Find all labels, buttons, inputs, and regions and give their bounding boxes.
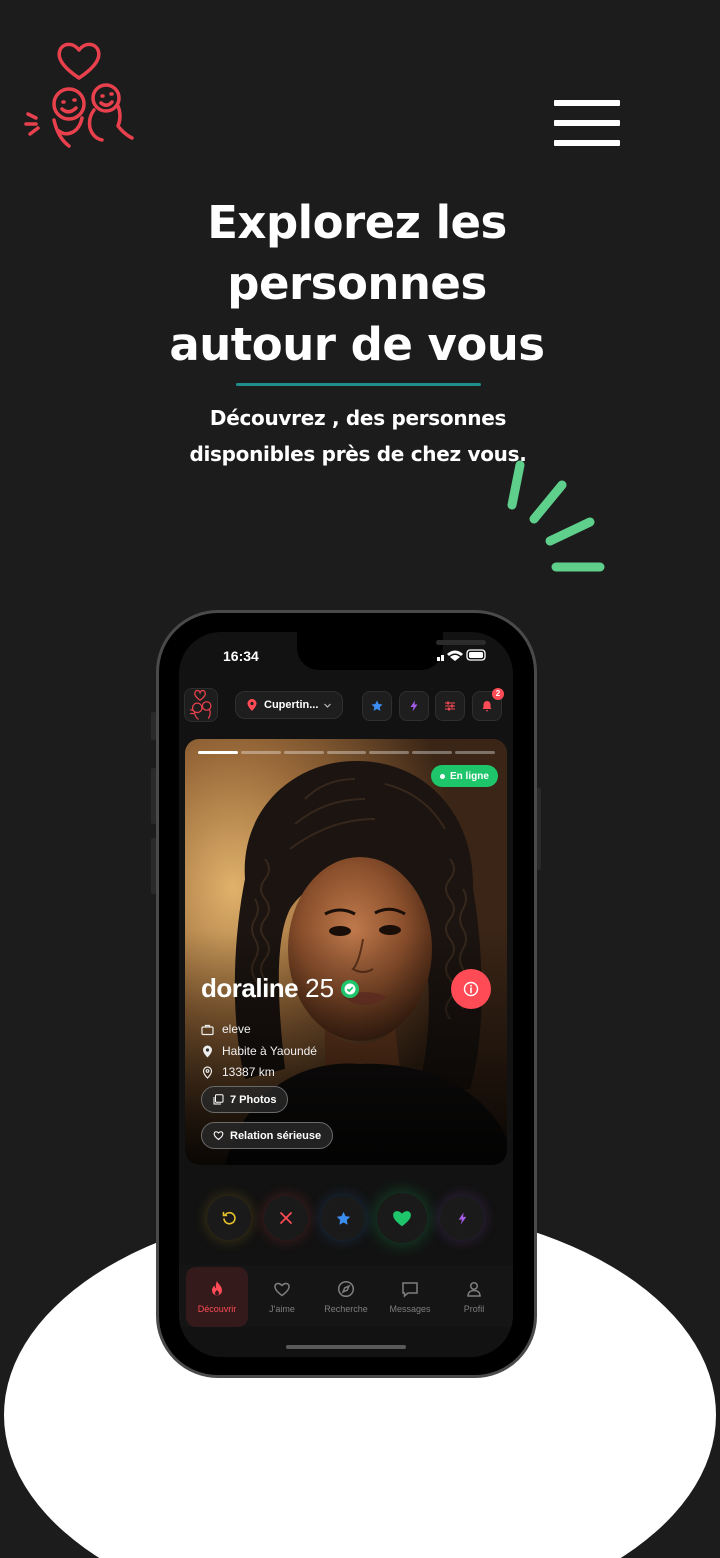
profile-age: 25 [305,973,335,1003]
hero-title-line: personnes [227,257,487,310]
hero-title: Explorez les personnes autour de vous [0,192,714,375]
location-label: Cupertin... [264,699,319,711]
couple-heart-logo-icon [190,689,212,720]
tab-profile[interactable]: Profil [443,1267,505,1327]
online-badge: En ligne [431,765,498,787]
gallery-icon [213,1094,224,1105]
occupation-text: eleve [222,1022,251,1036]
photo-progress-segment [455,751,496,754]
rewind-button[interactable] [207,1196,251,1240]
hamburger-menu-icon[interactable] [554,100,620,148]
photo-progress-segment [326,751,367,754]
verified-check-icon [341,979,360,998]
chat-icon [402,1282,418,1298]
status-icons [437,649,486,661]
tab-discover[interactable]: Découvrir [186,1267,248,1327]
photo-progress-segment [283,751,324,754]
tab-label: J'aime [269,1304,295,1314]
camera [506,638,513,646]
compass-icon [337,1280,355,1298]
profile-distance: 13387 km [201,1065,275,1079]
boost-button[interactable] [399,691,429,721]
notifications-button[interactable]: 2 [472,688,504,721]
briefcase-icon [201,1024,214,1035]
couple-heart-logo-icon[interactable] [22,38,138,154]
title-divider [236,383,481,386]
location-pin-icon [247,699,257,711]
tab-label: Messages [389,1304,431,1314]
map-marker-outline-icon [202,1065,213,1079]
tab-label: Recherche [324,1304,368,1314]
distance-text: 13387 km [222,1065,275,1079]
online-dot [440,773,445,779]
superlike-button[interactable] [321,1196,365,1240]
heart-outline-icon [213,1131,224,1141]
star-icon [336,1211,350,1225]
swipe-actions [179,1192,513,1243]
lightning-icon [458,1212,466,1224]
photos-chip-label: 7 Photos [230,1093,277,1106]
pass-button[interactable] [264,1196,308,1240]
photos-chip[interactable]: 7 Photos [201,1086,289,1113]
profile-occupation: eleve [201,1022,251,1036]
speaker [436,640,486,645]
location-selector[interactable]: Cupertin... [235,691,343,719]
chevron-down-icon [324,703,332,708]
app-logo[interactable] [184,688,218,722]
like-button[interactable] [377,1193,427,1243]
relation-chip-label: Relation sérieuse [230,1129,322,1142]
online-label: En ligne [450,770,489,782]
photo-progress-segment [198,751,238,754]
bottom-tab-bar: Découvrir J'aime Recherche Messages Prof… [179,1265,513,1327]
profile-name-row: doraline 25 [201,973,360,1004]
photo-progress [198,751,496,754]
superlike-filter-button[interactable] [362,691,392,721]
star-icon [371,700,383,711]
tab-search[interactable]: Recherche [315,1267,377,1327]
photo-progress-segment [369,751,410,754]
sliders-icon [445,701,455,711]
residence-text: Habite à Yaoundé [222,1044,317,1058]
lightning-icon [410,700,418,712]
tab-label: Profil [463,1304,485,1314]
home-indicator [286,1345,406,1349]
user-icon [467,1281,481,1297]
tab-label: Découvrir [197,1304,237,1314]
hero-title-line: autour de vous [169,318,545,371]
bell-icon [482,701,492,712]
rewind-icon [222,1211,236,1225]
tab-likes[interactable]: J'aime [251,1267,313,1327]
close-icon [280,1212,292,1224]
profile-info-button[interactable] [451,969,491,1009]
profile-residence: Habite à Yaoundé [201,1044,317,1058]
photo-progress-segment [412,751,453,754]
app-toolbar: Cupertin... 2 [179,684,513,724]
phone-notch [297,632,513,670]
profile-name: doraline [201,973,299,1003]
location-pin-icon [203,1045,212,1057]
profile-card[interactable]: En ligne doraline 25 eleve Habite à Yaou… [185,739,507,1165]
hero-title-line: Explorez les [207,196,507,249]
flame-icon [212,1281,222,1296]
status-time: 16:34 [223,648,259,664]
info-icon [463,981,479,997]
relation-chip[interactable]: Relation sérieuse [201,1122,334,1149]
hero-subtitle-line: Découvrez , des personnes [209,406,507,430]
boost-action-button[interactable] [440,1196,484,1240]
heart-icon [393,1211,411,1227]
photo-progress-segment [240,751,281,754]
sparkle-lines-icon [507,460,605,572]
tab-messages[interactable]: Messages [379,1267,441,1327]
heart-icon [274,1282,290,1297]
phone-screen: 16:34 Cupertin... 2 En ligne doraline 25… [179,632,513,1357]
notification-badge: 2 [492,688,504,700]
filters-button[interactable] [435,691,465,721]
